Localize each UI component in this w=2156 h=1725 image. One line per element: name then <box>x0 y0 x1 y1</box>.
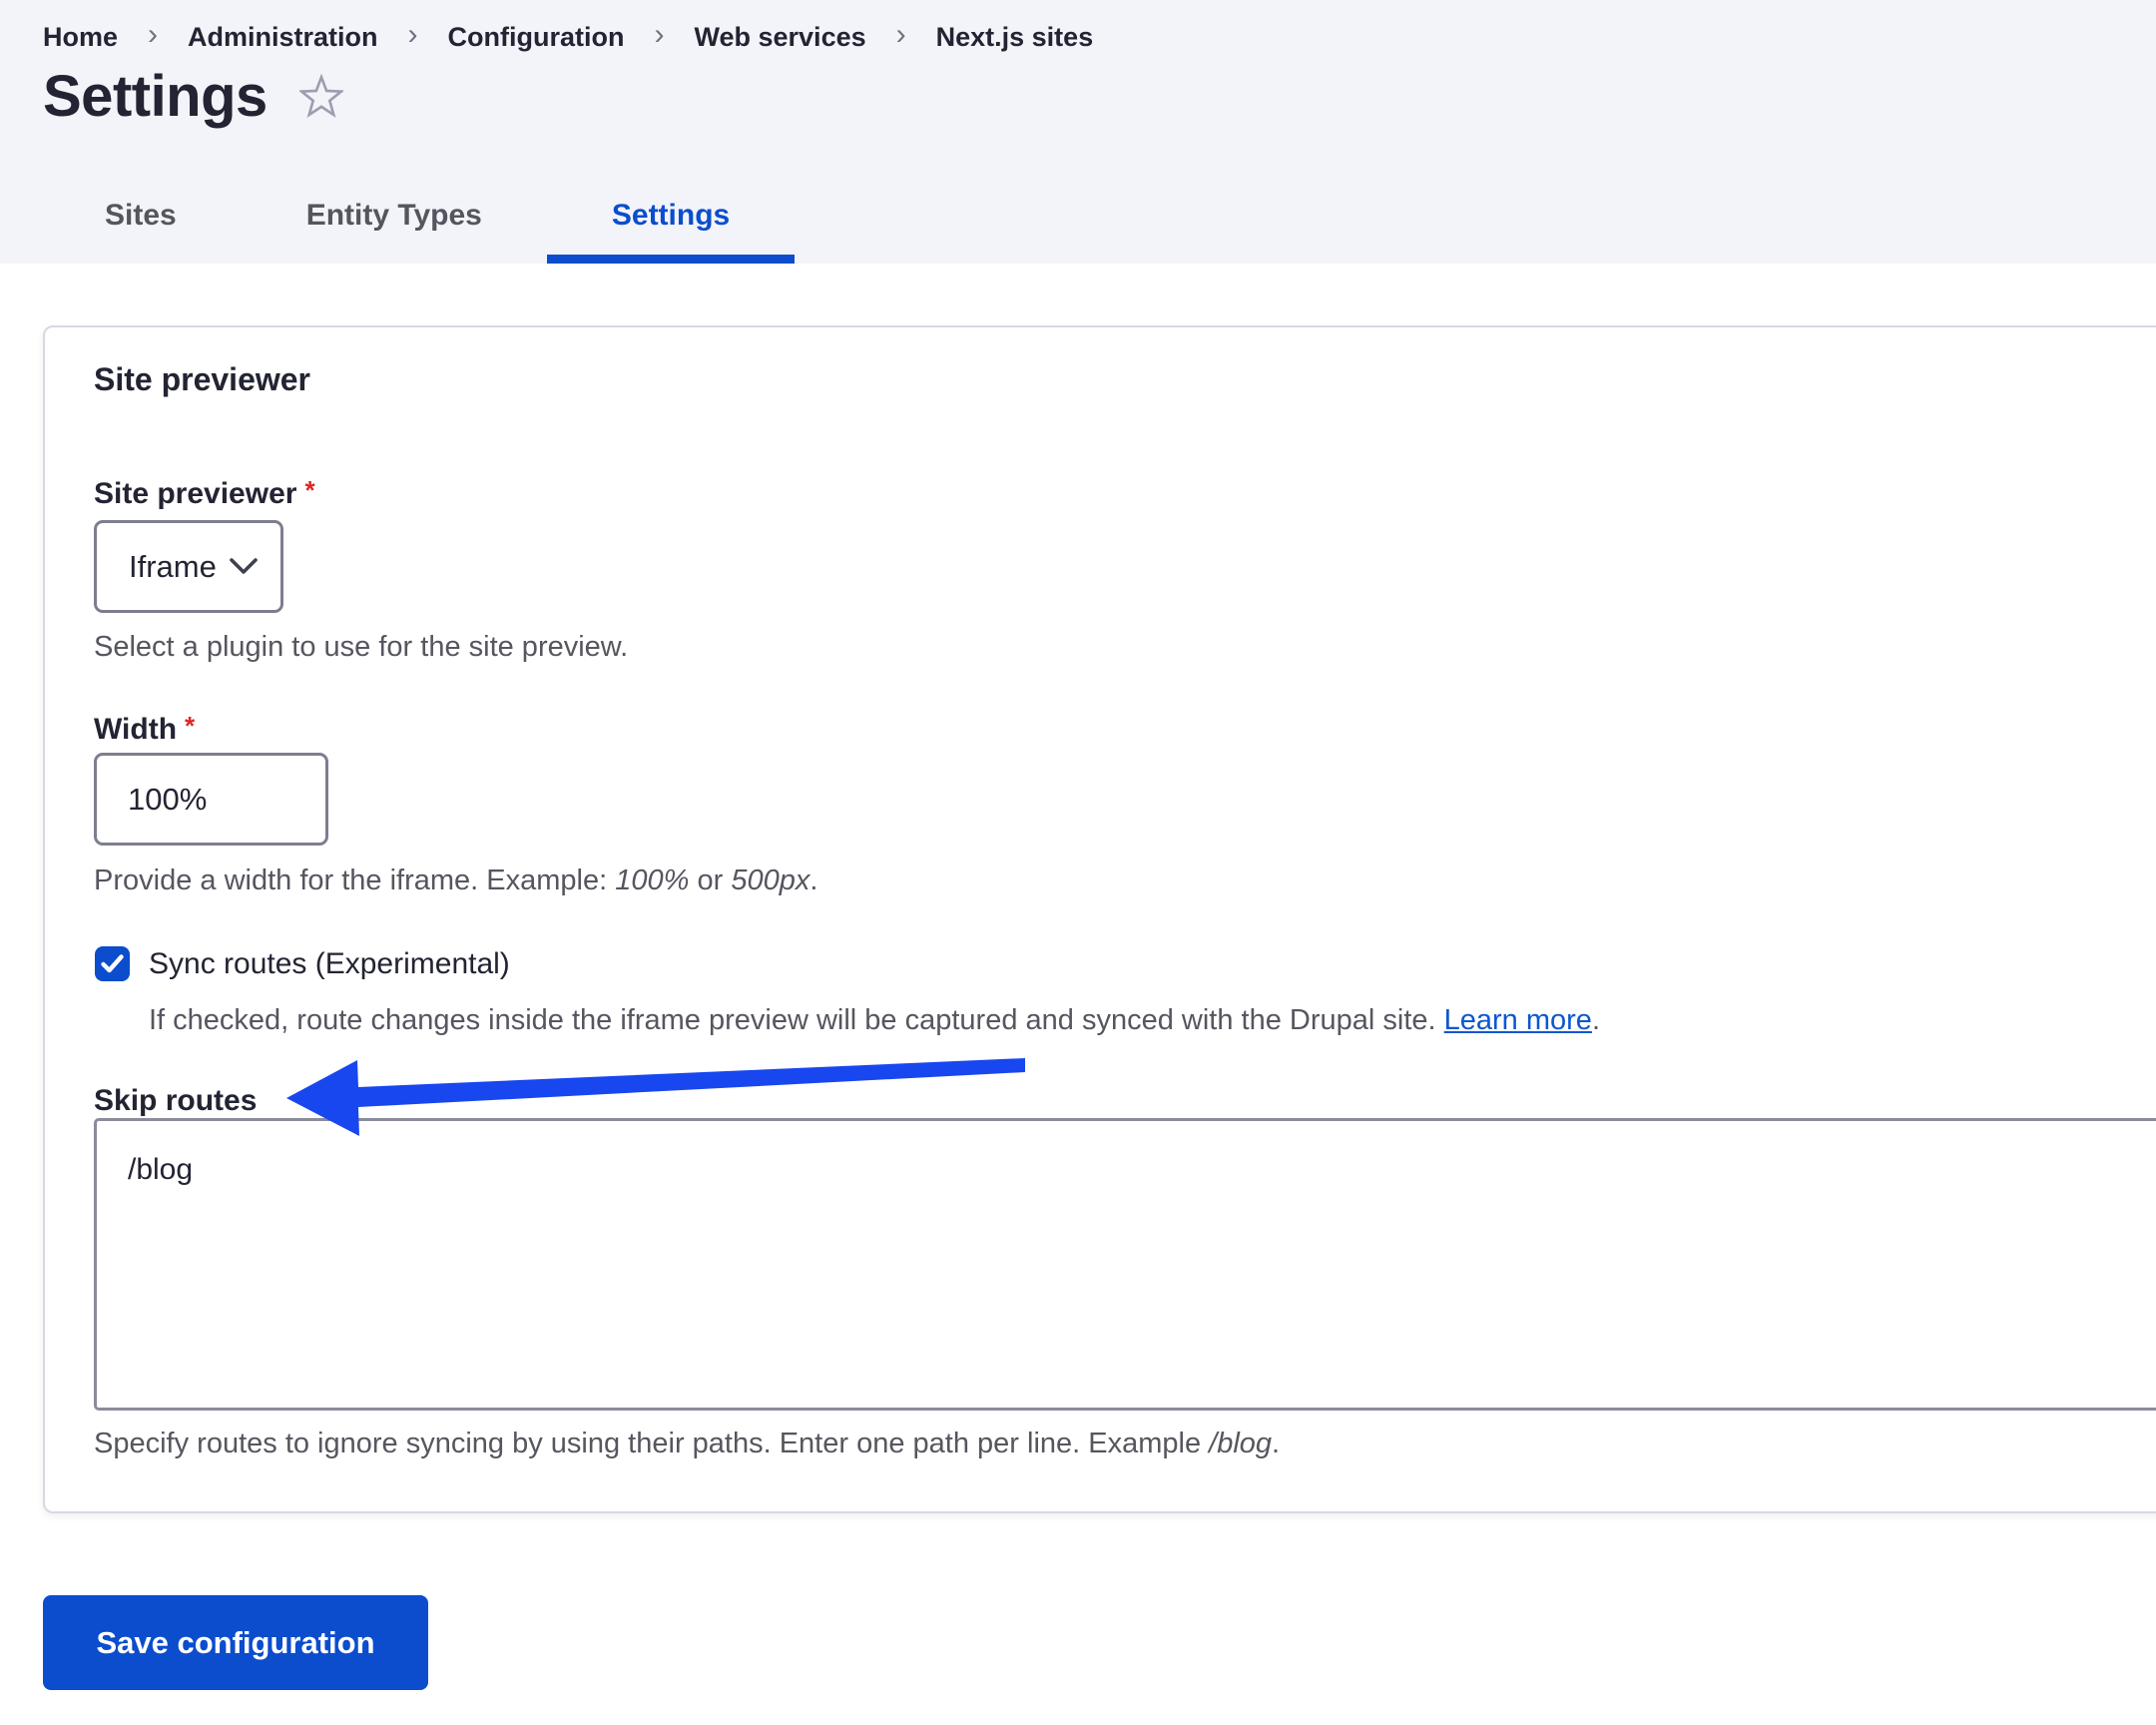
width-help: Provide a width for the iframe. Example:… <box>94 862 817 898</box>
width-help-example-1: 100% <box>615 864 689 896</box>
site-previewer-label: Site previewer * <box>94 475 315 511</box>
skip-routes-help-example: /blog <box>1209 1428 1272 1459</box>
tab-sites[interactable]: Sites <box>40 174 242 264</box>
skip-routes-help-text: Specify routes to ignore syncing by usin… <box>94 1428 1209 1459</box>
chevron-right-separator: › <box>408 18 418 52</box>
sync-routes-help-period: . <box>1592 1004 1600 1036</box>
width-input[interactable] <box>94 753 328 846</box>
breadcrumb: Home › Administration › Configuration › … <box>43 20 1093 54</box>
site-previewer-select-value: Iframe <box>129 549 217 585</box>
star-outline-icon <box>299 74 343 120</box>
chevron-down-icon <box>230 558 258 575</box>
card-heading: Site previewer <box>94 361 310 398</box>
tab-settings[interactable]: Settings <box>547 174 795 264</box>
site-previewer-select[interactable]: Iframe <box>94 520 283 613</box>
width-help-text: Provide a width for the iframe. Example: <box>94 864 615 896</box>
chevron-right-separator: › <box>655 18 665 52</box>
skip-routes-help-period: . <box>1272 1428 1280 1459</box>
tab-entity-types[interactable]: Entity Types <box>242 174 547 264</box>
breadcrumb-configuration[interactable]: Configuration <box>448 22 625 53</box>
width-help-example-2: 500px <box>731 864 809 896</box>
width-help-period: . <box>809 864 817 896</box>
breadcrumb-web-services[interactable]: Web services <box>695 22 866 53</box>
skip-routes-help: Specify routes to ignore syncing by usin… <box>94 1426 1280 1461</box>
chevron-right-separator: › <box>896 18 906 52</box>
sync-routes-label[interactable]: Sync routes (Experimental) <box>149 947 510 981</box>
site-previewer-label-text: Site previewer <box>94 477 296 510</box>
sync-routes-help: If checked, route changes inside the ifr… <box>149 1002 1600 1038</box>
breadcrumb-nextjs-sites[interactable]: Next.js sites <box>936 22 1094 53</box>
width-label-text: Width <box>94 713 177 746</box>
checkmark-icon <box>101 954 124 973</box>
breadcrumb-home[interactable]: Home <box>43 22 118 53</box>
sync-routes-checkbox[interactable] <box>95 946 130 981</box>
page-header: Home › Administration › Configuration › … <box>0 0 2156 264</box>
skip-routes-label: Skip routes <box>94 1084 257 1118</box>
tab-bar: Sites Entity Types Settings <box>40 174 795 264</box>
width-label: Width * <box>94 711 195 747</box>
learn-more-link[interactable]: Learn more <box>1444 1004 1592 1036</box>
required-marker: * <box>185 711 195 741</box>
required-marker: * <box>304 475 314 505</box>
site-previewer-card: Site previewer Site previewer * Iframe Se… <box>43 325 2156 1513</box>
save-configuration-button[interactable]: Save configuration <box>43 1595 428 1690</box>
site-previewer-help: Select a plugin to use for the site prev… <box>94 629 628 665</box>
page-title: Settings <box>43 60 268 134</box>
skip-routes-textarea[interactable]: /blog <box>94 1118 2156 1411</box>
chevron-right-separator: › <box>148 18 158 52</box>
width-help-or: or <box>689 864 731 896</box>
breadcrumb-administration[interactable]: Administration <box>188 22 378 53</box>
bookmark-star-button[interactable] <box>299 74 343 120</box>
sync-routes-help-text: If checked, route changes inside the ifr… <box>149 1004 1444 1036</box>
